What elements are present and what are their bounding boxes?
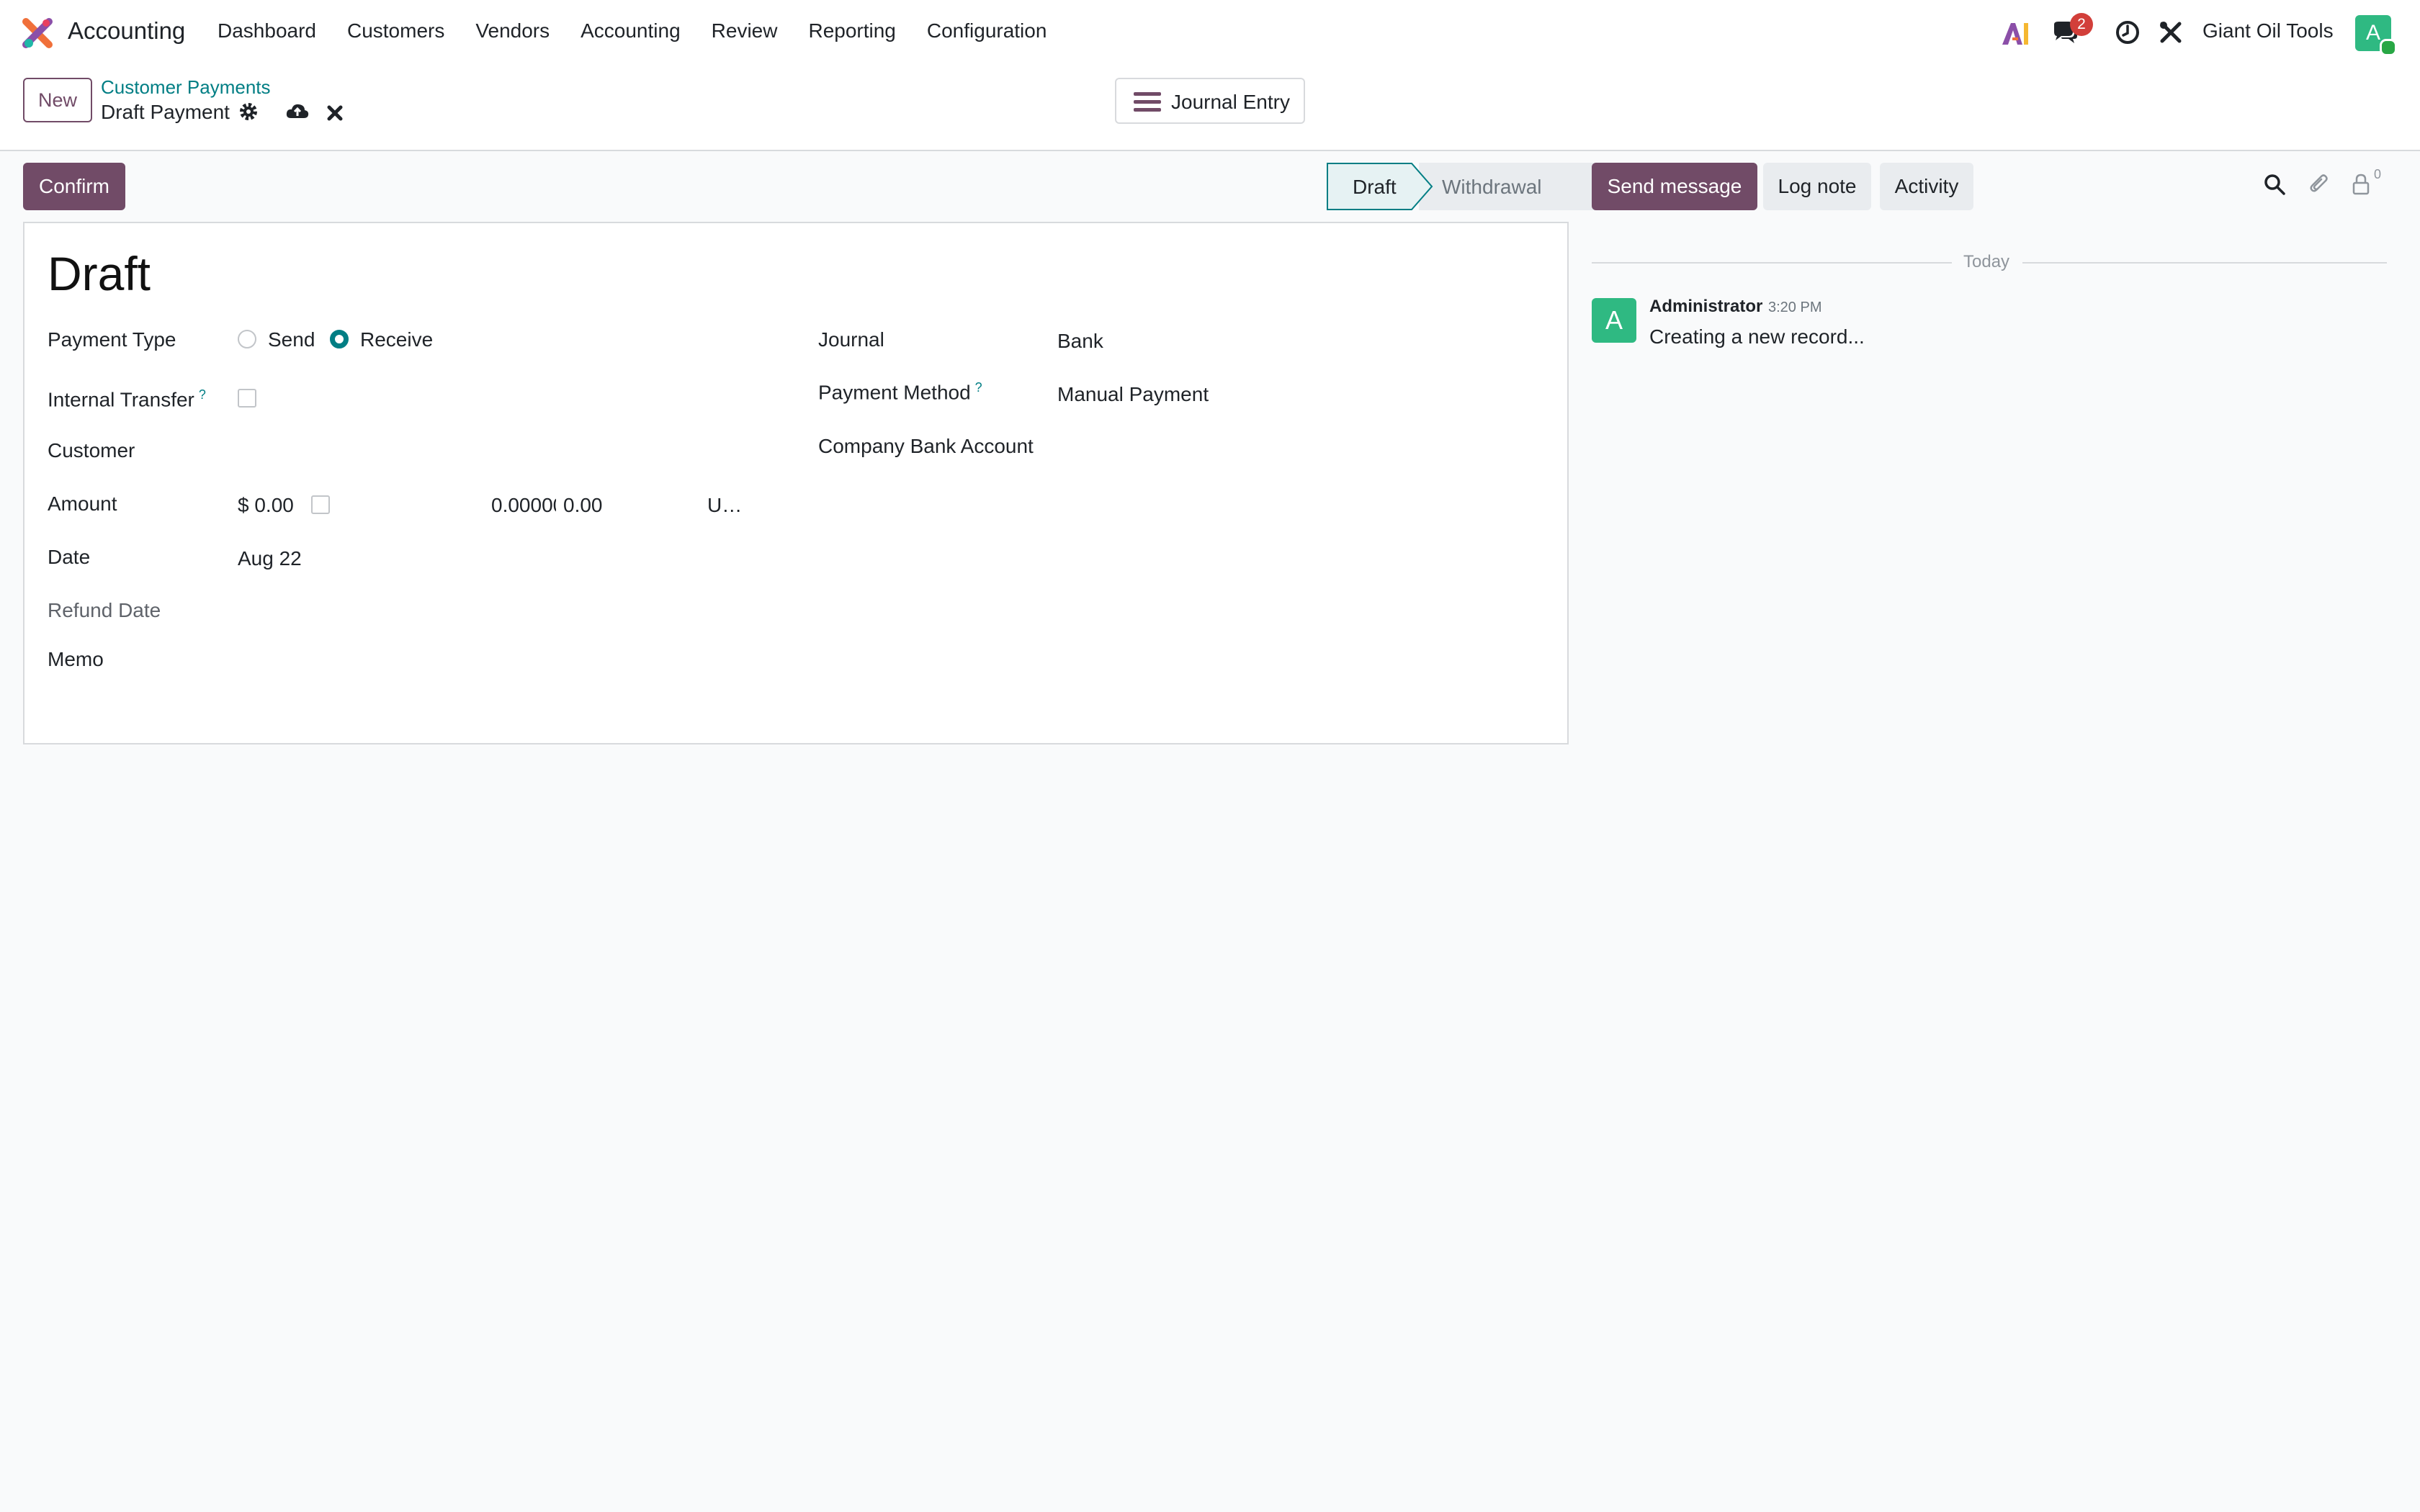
- ai-icon[interactable]: [2001, 20, 2030, 46]
- control-panel: New Customer Payments Draft Payment Jour…: [0, 66, 2420, 151]
- menu-review[interactable]: Review: [712, 19, 778, 42]
- save-cloud-icon[interactable]: [285, 101, 310, 122]
- date-input[interactable]: Aug 22: [238, 547, 302, 570]
- payment-type-send-label[interactable]: Send: [268, 328, 315, 351]
- status-draft-label: Draft: [1353, 176, 1397, 198]
- journal-select[interactable]: Bank: [1057, 330, 1103, 353]
- search-icon[interactable]: [2263, 173, 2286, 196]
- payment-type-receive-radio[interactable]: [330, 330, 349, 348]
- amount-checkbox[interactable]: [311, 495, 330, 514]
- menu-configuration[interactable]: Configuration: [927, 19, 1047, 42]
- refund-date-label: Refund Date: [48, 599, 161, 621]
- messages-count-badge: 2: [2070, 13, 2093, 36]
- status-withdrawal-label: Withdrawal: [1442, 176, 1542, 198]
- top-navbar: Accounting Dashboard Customers Vendors A…: [0, 0, 2420, 66]
- exchange-rate-input[interactable]: 0.00000: [491, 494, 556, 517]
- send-message-button[interactable]: Send message: [1592, 163, 1757, 210]
- internal-transfer-text: Internal Transfer: [48, 388, 194, 411]
- currency-select[interactable]: U…: [707, 494, 742, 517]
- memo-label: Memo: [48, 648, 104, 670]
- payment-type-send-radio[interactable]: [238, 330, 256, 348]
- debug-tools-icon[interactable]: [2159, 20, 2183, 45]
- paperclip-icon[interactable]: [2308, 173, 2331, 196]
- menu-vendors[interactable]: Vendors: [475, 19, 550, 42]
- company-bank-account-label: Company Bank Account: [818, 435, 1034, 457]
- hamburger-menu-icon: [1134, 92, 1161, 112]
- company-currency-amount[interactable]: 0.00: [563, 494, 603, 517]
- menu-reporting[interactable]: Reporting: [808, 19, 895, 42]
- journal-entry-label: Journal Entry: [1171, 91, 1290, 113]
- message-author[interactable]: Administrator: [1649, 297, 1762, 317]
- gear-icon[interactable]: [238, 101, 259, 122]
- message-body: Creating a new record...: [1649, 325, 1865, 348]
- discard-close-icon[interactable]: [326, 101, 344, 122]
- form-sheet: Draft Payment Type Send Receive Internal…: [23, 222, 1569, 744]
- payment-method-select[interactable]: Manual Payment: [1057, 383, 1209, 406]
- date-separator-label: Today: [1963, 252, 2010, 271]
- activity-button[interactable]: Activity: [1880, 163, 1973, 210]
- message-author-avatar[interactable]: A: [1592, 298, 1636, 343]
- followers-lock-icon[interactable]: [2351, 173, 2371, 196]
- journal-label: Journal: [818, 328, 884, 351]
- accounting-app-icon[interactable]: [22, 17, 53, 49]
- message-time: 3:20 PM: [1768, 300, 1822, 315]
- company-switcher[interactable]: Giant Oil Tools: [2202, 19, 2334, 42]
- payment-method-text: Payment Method: [818, 381, 971, 404]
- user-online-status: [2380, 39, 2397, 56]
- app-name[interactable]: Accounting: [68, 17, 185, 45]
- menu-dashboard[interactable]: Dashboard: [218, 19, 316, 42]
- date-label: Date: [48, 546, 91, 568]
- activity-clock-icon[interactable]: [2115, 19, 2141, 45]
- company-bank-account-select[interactable]: [1057, 432, 1533, 461]
- amount-label: Amount: [48, 492, 117, 515]
- internal-transfer-checkbox[interactable]: [238, 389, 256, 408]
- memo-input[interactable]: [238, 645, 778, 674]
- date-separator-line-right: [2022, 262, 2387, 264]
- payment-method-help-icon[interactable]: ?: [975, 380, 982, 395]
- breadcrumb-current-record: Draft Payment: [101, 101, 230, 123]
- menu-accounting[interactable]: Accounting: [581, 19, 681, 42]
- amount-input[interactable]: $ 0.00: [238, 494, 294, 517]
- new-button[interactable]: New: [23, 78, 92, 122]
- menu-customers[interactable]: Customers: [347, 19, 444, 42]
- main-menu: Dashboard Customers Vendors Accounting R…: [218, 19, 1077, 42]
- payment-type-receive-label[interactable]: Receive: [360, 328, 433, 351]
- followers-count: 0: [2374, 167, 2382, 181]
- payment-type-label: Payment Type: [48, 328, 176, 351]
- journal-entry-smart-button[interactable]: Journal Entry: [1115, 78, 1305, 124]
- date-separator-line-left: [1592, 262, 1952, 264]
- customer-label: Customer: [48, 439, 135, 462]
- payment-method-label: Payment Method?: [818, 380, 982, 404]
- internal-transfer-help-icon[interactable]: ?: [199, 387, 206, 402]
- customer-input[interactable]: [238, 436, 778, 465]
- breadcrumb-customer-payments[interactable]: Customer Payments: [101, 76, 271, 99]
- internal-transfer-label: Internal Transfer?: [48, 387, 206, 411]
- log-note-button[interactable]: Log note: [1763, 163, 1871, 210]
- record-title: Draft: [48, 247, 151, 300]
- confirm-button[interactable]: Confirm: [23, 163, 125, 210]
